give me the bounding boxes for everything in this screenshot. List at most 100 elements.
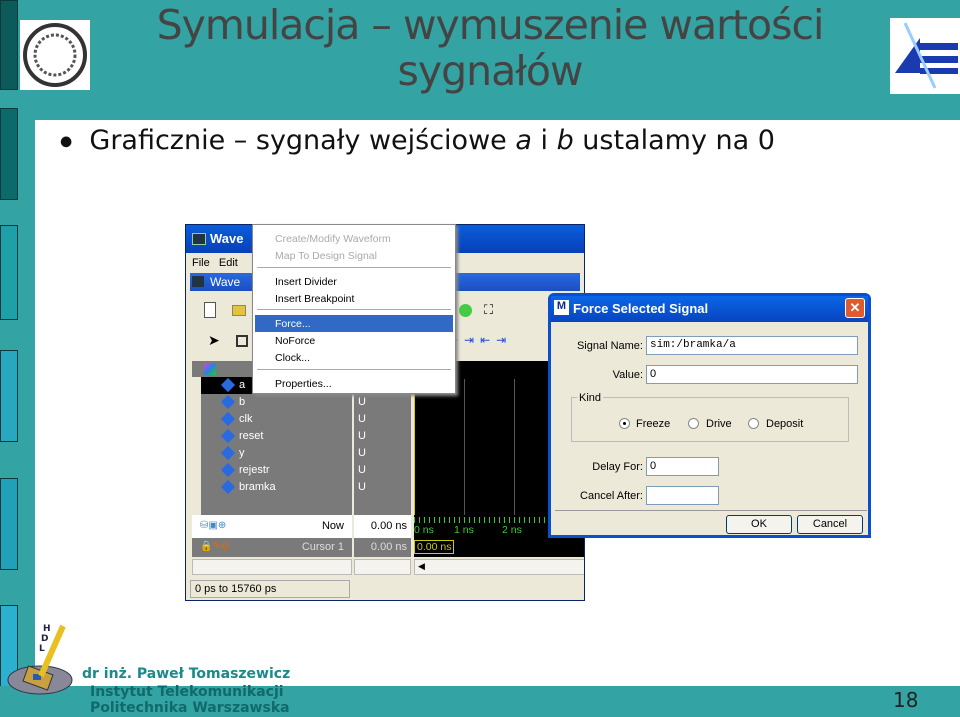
- wave-format-icon[interactable]: [204, 363, 216, 375]
- menu-item: Map To Design Signal: [275, 250, 377, 262]
- wave-subwindow-title: Wave: [210, 275, 241, 289]
- menu-item[interactable]: Force...: [275, 318, 311, 330]
- signal-diamond-icon: [220, 479, 236, 495]
- bullet-mid: i: [531, 125, 557, 156]
- wave-title: Wave: [210, 231, 244, 246]
- slide-title: Symulacja – wymuszenie wartości sygnałów: [156, 1, 825, 95]
- menu-item[interactable]: Properties...: [275, 378, 332, 390]
- signal-name: a: [239, 379, 246, 391]
- bullet-post: ustalamy na 0: [573, 125, 775, 156]
- menu-item: Create/Modify Waveform: [275, 233, 391, 245]
- menu-item[interactable]: Clock...: [275, 352, 310, 364]
- signal-row[interactable]: y: [201, 445, 352, 462]
- freeze-radio[interactable]: [619, 418, 630, 429]
- signal-scrollbar[interactable]: [192, 559, 352, 575]
- signal-value: U: [358, 447, 366, 459]
- signal-diamond-icon: [220, 377, 236, 393]
- wave-app-icon: [192, 233, 206, 245]
- kind-label: Kind: [577, 392, 604, 404]
- signal-diamond-icon: [220, 411, 236, 427]
- bullet-a: a: [515, 125, 532, 156]
- signal-row[interactable]: rejestr: [201, 462, 352, 479]
- tick-label: 2 ns: [502, 524, 522, 536]
- dialog-titlebar: M Force Selected Signal ✕: [551, 296, 868, 322]
- signal-value: U: [358, 413, 366, 425]
- menu-item[interactable]: Insert Divider: [275, 276, 337, 288]
- cancel-button[interactable]: Cancel: [797, 515, 863, 534]
- force-dialog: M Force Selected Signal ✕ Signal Name: s…: [548, 293, 871, 538]
- drive-radio[interactable]: [688, 418, 699, 429]
- university-seal-logo: [20, 20, 90, 90]
- menu-item[interactable]: Insert Breakpoint: [275, 293, 354, 305]
- signal-name: reset: [239, 430, 264, 442]
- edge-navigation-icons[interactable]: ⇤⇥⇤⇥: [448, 333, 538, 351]
- signal-row[interactable]: bramka: [201, 479, 352, 496]
- menu-separator: [257, 267, 451, 268]
- institute-logo: [890, 18, 960, 94]
- status-bar: 0 ps to 15760 ps: [190, 580, 350, 598]
- svg-text:L: L: [39, 644, 45, 654]
- new-file-icon[interactable]: [204, 302, 216, 318]
- deposit-radio[interactable]: [748, 418, 759, 429]
- value-scrollbar[interactable]: [354, 559, 411, 575]
- cancel-after-input[interactable]: [646, 486, 719, 505]
- footer-university: Politechnika Warszawska: [90, 700, 290, 716]
- signal-diamond-icon: [220, 394, 236, 410]
- menu-separator: [257, 309, 451, 310]
- delay-input[interactable]: 0: [646, 457, 719, 476]
- signal-name-input[interactable]: sim:/bramka/a: [646, 336, 858, 355]
- deposit-label: Deposit: [766, 418, 804, 430]
- modelsim-icon: M: [554, 300, 569, 315]
- select-pointer-icon[interactable]: ➤: [208, 332, 220, 349]
- add-icon[interactable]: [459, 304, 472, 317]
- cursor-marker[interactable]: 0.00 ns: [414, 540, 455, 554]
- find-binoculars-icon[interactable]: ⛶: [484, 302, 493, 318]
- lock-cursor-icon[interactable]: 🔒✎⊖: [200, 541, 229, 552]
- cursor-label: Cursor 1: [301, 541, 344, 553]
- zoom-icon[interactable]: [236, 335, 248, 347]
- tick-label: 1 ns: [454, 524, 474, 536]
- open-folder-icon[interactable]: [232, 305, 246, 316]
- signal-value: U: [358, 464, 366, 476]
- menu-separator: [257, 369, 451, 370]
- add-cursor-icon[interactable]: ⛁▣⊕: [200, 520, 226, 531]
- now-label: Now: [321, 520, 344, 532]
- menu-item[interactable]: NoForce: [275, 335, 315, 347]
- cursor-row: 🔒✎⊖ Cursor 1: [192, 538, 352, 557]
- value-label: Value:: [612, 369, 643, 381]
- bullet-text: ● Graficznie – sygnały wejściowe a i b u…: [60, 125, 775, 156]
- now-value: 0.00 ns: [354, 515, 411, 538]
- decor-stripe: [0, 478, 18, 570]
- page-number: 18: [893, 688, 919, 712]
- wave-scrollbar[interactable]: ◀: [414, 559, 584, 575]
- svg-text:D: D: [41, 634, 48, 644]
- ok-button[interactable]: OK: [726, 515, 792, 534]
- signal-row[interactable]: clk: [201, 411, 352, 428]
- signal-row[interactable]: b: [201, 394, 352, 411]
- decor-stripe: [0, 0, 18, 90]
- menu-edit[interactable]: Edit: [219, 257, 238, 269]
- wave-app-icon: [192, 276, 204, 287]
- context-menu: Create/Modify Waveform Map To Design Sign…: [252, 224, 456, 394]
- svg-text:H: H: [43, 624, 51, 634]
- signal-row[interactable]: reset: [201, 428, 352, 445]
- value-input[interactable]: 0: [646, 365, 858, 384]
- signal-value: U: [358, 481, 366, 493]
- drive-label: Drive: [706, 418, 732, 430]
- signal-name: bramka: [239, 481, 276, 493]
- footer-author: dr inż. Paweł Tomaszewicz: [82, 666, 291, 682]
- decor-stripe: [0, 350, 18, 442]
- toolbar-1: [192, 299, 252, 323]
- signal-name: rejestr: [239, 464, 270, 476]
- signal-diamond-icon: [220, 428, 236, 444]
- freeze-label: Freeze: [636, 418, 671, 430]
- hdl-pencil-logo: HDL: [5, 618, 75, 698]
- footer-institute: Instytut Telekomunikacji: [90, 684, 284, 700]
- signal-value: U: [358, 430, 366, 442]
- close-icon[interactable]: ✕: [845, 298, 865, 318]
- decor-stripe: [0, 108, 18, 200]
- bullet-b: b: [556, 125, 574, 156]
- signal-name: clk: [239, 413, 253, 425]
- cancel-after-label: Cancel After:: [580, 490, 643, 502]
- menu-file[interactable]: File: [192, 257, 210, 269]
